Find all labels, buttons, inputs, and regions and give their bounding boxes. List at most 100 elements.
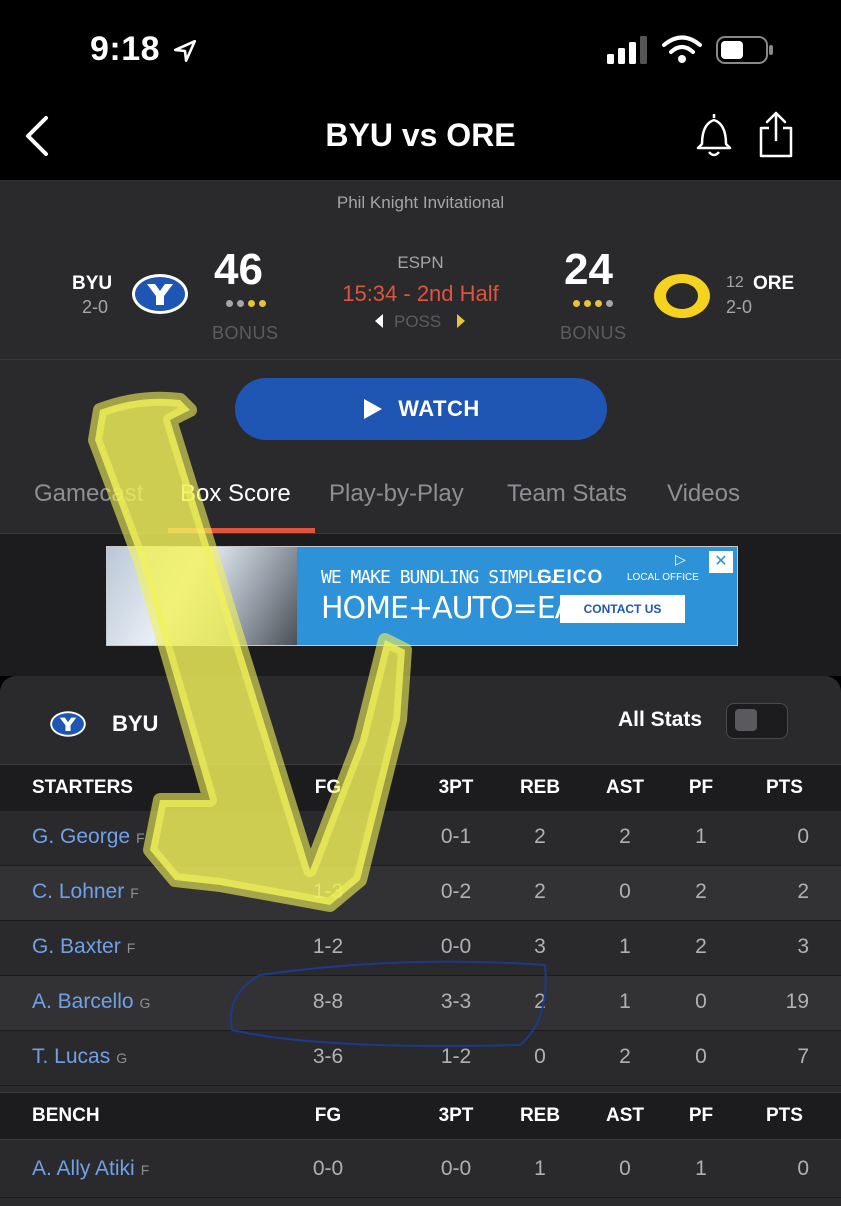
tab-play-by-play[interactable]: Play-by-Play bbox=[329, 480, 464, 508]
all-stats-label: All Stats bbox=[618, 708, 703, 731]
ad-brand-sub: LOCAL OFFICE bbox=[627, 572, 699, 583]
stat-ast: 0 bbox=[619, 1157, 631, 1180]
player-position: F bbox=[140, 1162, 150, 1178]
tab-team-stats[interactable]: Team Stats bbox=[507, 480, 627, 508]
possession-label: POSS bbox=[394, 312, 442, 331]
tab-box-score[interactable]: Box Score bbox=[180, 480, 291, 508]
player-name-link[interactable]: C. Lohner F bbox=[32, 880, 139, 904]
ad-choices-icon[interactable]: ▷ bbox=[675, 551, 686, 568]
stat-pts: 0 bbox=[797, 825, 809, 848]
stat-ast: 1 bbox=[619, 990, 631, 1013]
oregon-logo-icon[interactable] bbox=[652, 272, 712, 320]
play-icon bbox=[364, 399, 383, 419]
bench-col-pf: PF bbox=[688, 1105, 714, 1126]
player-name-link[interactable]: G. George F bbox=[32, 825, 145, 849]
home-timeouts bbox=[573, 300, 613, 307]
ad-close-icon[interactable]: ✕ bbox=[709, 551, 733, 573]
col-ast: AST bbox=[606, 777, 644, 798]
stat-tp: 3-3 bbox=[440, 990, 472, 1013]
cellular-signal-icon bbox=[607, 36, 647, 64]
home-bonus: BONUS bbox=[560, 323, 627, 343]
stat-fg: 3-6 bbox=[312, 1045, 344, 1068]
home-team-rank: 12 bbox=[726, 274, 744, 291]
player-name: A. Barcello bbox=[32, 990, 134, 1013]
stat-ast: 2 bbox=[619, 825, 631, 848]
stat-reb: 2 bbox=[534, 880, 546, 903]
stat-tp: 0-0 bbox=[440, 1157, 472, 1180]
tab-videos[interactable]: Videos bbox=[667, 480, 740, 508]
col-fg: FG bbox=[314, 777, 342, 798]
stat-pts: 0 bbox=[797, 1157, 809, 1180]
stat-tp: 0-0 bbox=[440, 935, 472, 958]
wifi-icon bbox=[662, 35, 702, 63]
bench-col-3pt: 3PT bbox=[438, 1105, 474, 1126]
col-reb: REB bbox=[519, 777, 561, 798]
player-name-link[interactable]: G. Baxter F bbox=[32, 935, 135, 959]
advertisement-banner[interactable]: WE MAKE BUNDLING SIMPLE. HOME+AUTO=EASY … bbox=[106, 546, 738, 646]
box-score-team: BYU bbox=[112, 711, 159, 736]
stat-reb: 2 bbox=[534, 990, 546, 1013]
col-pts: PTS bbox=[766, 777, 803, 798]
share-icon[interactable] bbox=[756, 110, 796, 158]
player-position: G bbox=[116, 1050, 128, 1066]
player-name-link[interactable]: T. Lucas G bbox=[32, 1045, 127, 1069]
stat-fg: 1-2 bbox=[312, 935, 344, 958]
starters-header: STARTERS bbox=[32, 777, 133, 798]
home-team-record: 2-0 bbox=[726, 297, 753, 317]
stat-ast: 2 bbox=[619, 1045, 631, 1068]
stat-reb: 2 bbox=[534, 825, 546, 848]
stat-pf: 2 bbox=[695, 880, 707, 903]
bench-col-pts: PTS bbox=[766, 1105, 803, 1126]
player-position: F bbox=[126, 940, 136, 956]
stat-tp: 0-1 bbox=[440, 825, 472, 848]
stat-pf: 1 bbox=[695, 1157, 707, 1180]
stat-ast: 0 bbox=[619, 880, 631, 903]
home-score: 24 bbox=[564, 245, 613, 294]
watch-label: WATCH bbox=[398, 396, 480, 421]
stat-pts: 7 bbox=[797, 1045, 809, 1068]
col-3pt: 3PT bbox=[438, 777, 474, 798]
ad-photo bbox=[107, 547, 297, 645]
player-position: F bbox=[136, 830, 145, 846]
status-time: 9:18 bbox=[90, 30, 161, 68]
player-name-link[interactable]: A. Ally Atiki F bbox=[32, 1157, 149, 1181]
tab-gamecast[interactable]: Gamecast bbox=[34, 480, 143, 508]
player-name: G. George bbox=[32, 825, 131, 848]
stat-reb: 3 bbox=[534, 935, 546, 958]
stat-fg: 0-0 bbox=[312, 1157, 344, 1180]
stat-reb: 0 bbox=[534, 1045, 546, 1068]
byu-team-logo-icon bbox=[50, 711, 86, 737]
stat-pts: 19 bbox=[785, 990, 809, 1013]
bell-icon[interactable] bbox=[692, 110, 736, 158]
bench-header: BENCH bbox=[32, 1105, 100, 1126]
stat-pts: 2 bbox=[797, 880, 809, 903]
game-clock: 15:34 - 2nd Half bbox=[342, 281, 499, 306]
watch-button[interactable]: WATCH bbox=[235, 378, 607, 440]
ad-contact-button[interactable]: CONTACT US bbox=[560, 595, 685, 623]
player-name: A. Ally Atiki bbox=[32, 1157, 135, 1180]
stat-pf: 0 bbox=[695, 1045, 707, 1068]
player-name: G. Baxter bbox=[32, 935, 121, 958]
col-pf: PF bbox=[688, 777, 714, 798]
stat-fg: 1-3 bbox=[312, 880, 344, 903]
toggle-knob bbox=[735, 709, 757, 731]
battery-icon bbox=[716, 36, 773, 64]
stat-fg: 8-8 bbox=[312, 990, 344, 1013]
stat-reb: 1 bbox=[534, 1157, 546, 1180]
stat-pf: 0 bbox=[695, 990, 707, 1013]
bench-col-fg: FG bbox=[314, 1105, 342, 1126]
possession-right-icon bbox=[457, 314, 465, 328]
location-arrow-icon bbox=[173, 39, 197, 63]
player-name: T. Lucas bbox=[32, 1045, 111, 1068]
possession-left-icon bbox=[375, 314, 383, 328]
bench-col-reb: REB bbox=[519, 1105, 561, 1126]
player-position: F bbox=[130, 885, 139, 901]
player-name-link[interactable]: A. Barcello G bbox=[32, 990, 150, 1014]
home-team-abbr: ORE bbox=[753, 273, 795, 294]
event-name: Phil Knight Invitational bbox=[336, 193, 505, 212]
away-bonus: BONUS bbox=[212, 323, 279, 343]
player-position: G bbox=[139, 995, 151, 1011]
tv-network: ESPN bbox=[397, 253, 444, 272]
stat-ast: 1 bbox=[619, 935, 631, 958]
bench-col-ast: AST bbox=[606, 1105, 644, 1126]
